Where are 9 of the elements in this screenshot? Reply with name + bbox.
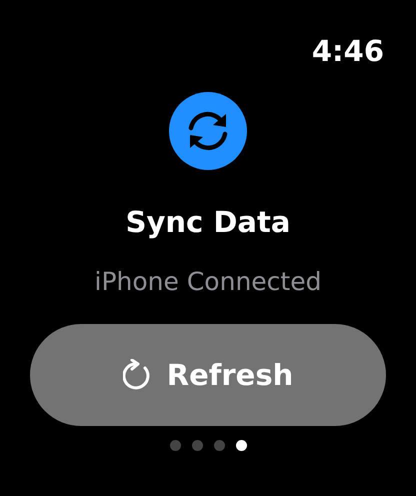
page-dot[interactable] — [192, 440, 202, 451]
connection-status: iPhone Connected — [94, 266, 322, 298]
status-time: 4:46 — [312, 34, 384, 70]
page-dot[interactable] — [170, 440, 180, 451]
page-dot[interactable] — [214, 440, 224, 451]
page-dot[interactable] — [236, 440, 246, 451]
refresh-button[interactable]: Refresh — [30, 324, 386, 426]
title: Sync Data — [126, 204, 290, 240]
sync-icon — [169, 92, 247, 170]
